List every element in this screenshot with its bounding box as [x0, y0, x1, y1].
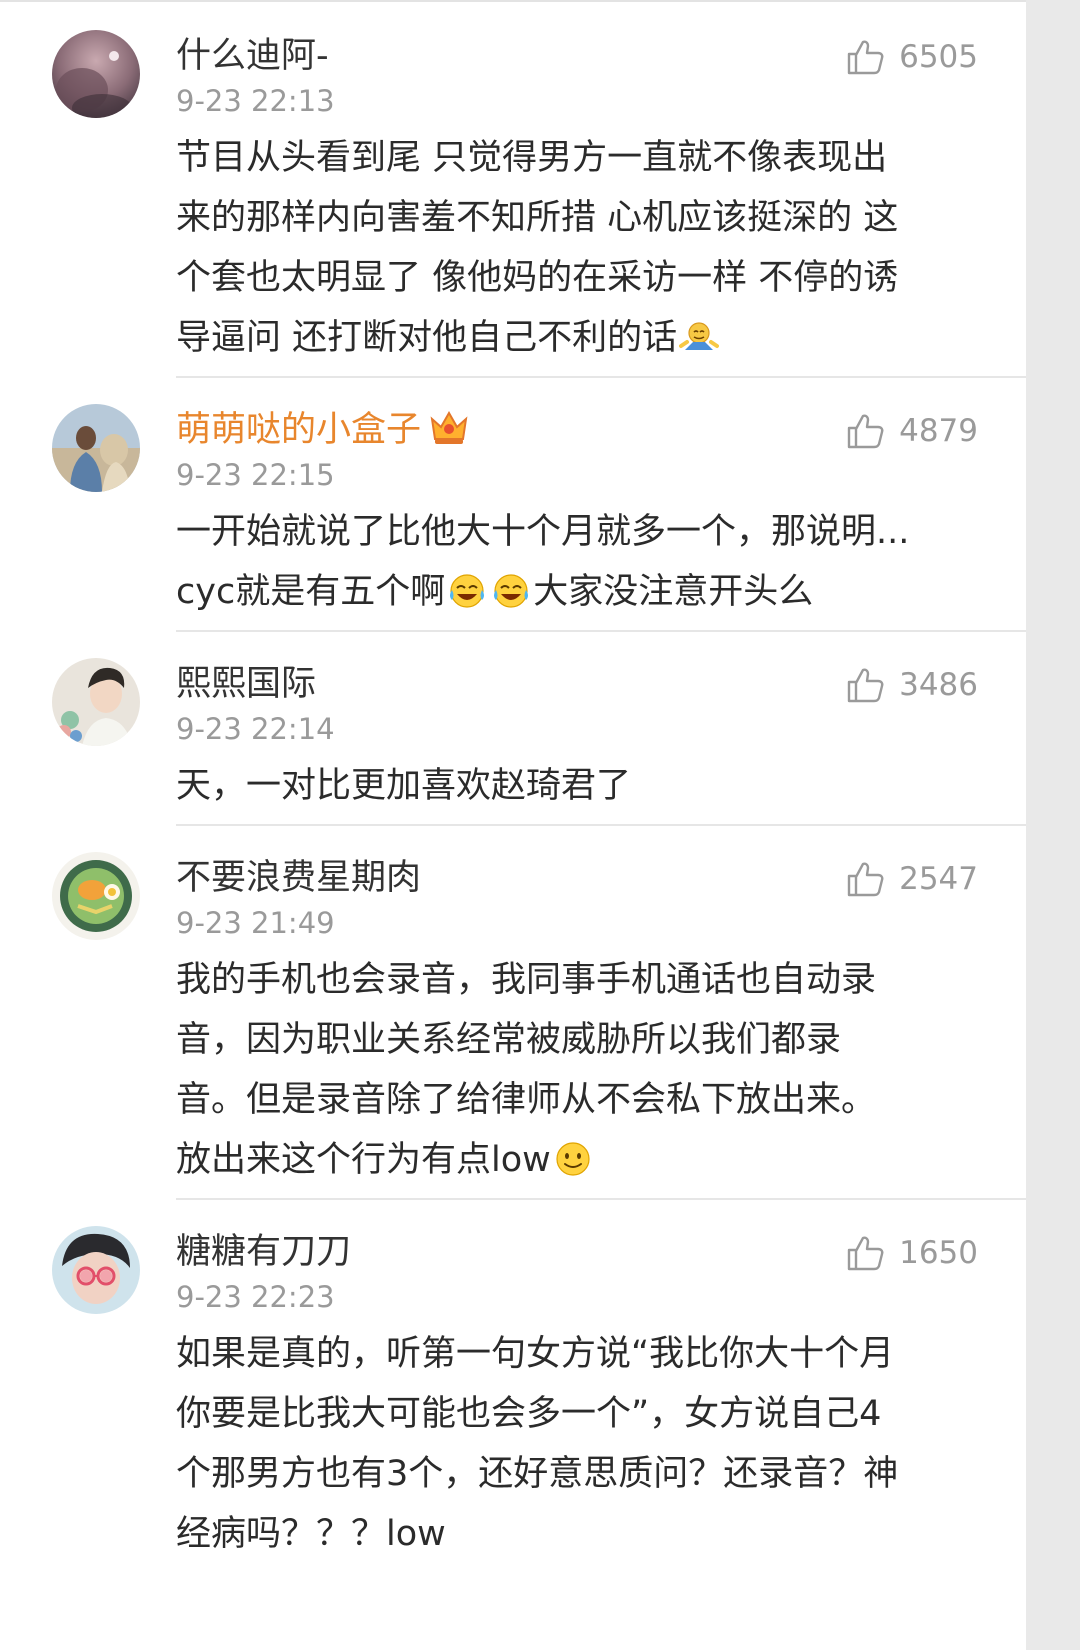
timestamp: 9-23 22:23 [176, 1280, 335, 1314]
thumbs-up-icon [847, 668, 884, 703]
comment-text: 一开始就说了比他大十个月就多一个，那说明... cyc就是有五个啊 大家没注意开… [176, 502, 976, 629]
timestamp: 9-23 22:14 [176, 712, 335, 746]
username[interactable]: 什么迪阿- [176, 32, 329, 80]
comment-line: 你要是比我大可能也会多一个”，女方说自己4 [176, 1394, 882, 1434]
like-count: 6505 [899, 39, 978, 75]
comment-line: 个那男方也有3个，还好意思质问？还录音？神 [176, 1454, 899, 1494]
thumbs-up-icon [847, 862, 884, 897]
like-count: 1650 [899, 1235, 978, 1271]
avatar[interactable] [52, 30, 140, 118]
username[interactable]: 不要浪费星期肉 [176, 854, 421, 902]
laugh-cry-emoji-icon [491, 569, 531, 629]
divider [176, 630, 1026, 632]
smile-emoji-icon [553, 1137, 593, 1197]
like-button[interactable]: 1650 [845, 1232, 978, 1274]
like-count: 4879 [899, 413, 978, 449]
comment-text: 我的手机也会录音，我同事手机通话也自动录 音，因为职业关系经常被威胁所以我们都录… [176, 950, 976, 1197]
like-count: 2547 [899, 861, 978, 897]
thumbs-up-icon [847, 40, 884, 75]
username[interactable]: 萌萌哒的小盒子 [176, 406, 469, 460]
thumbs-up-icon [847, 414, 884, 449]
comment-item: 萌萌哒的小盒子 9-23 22:15 4879 一开始就说了比他大十个月就多一个… [0, 380, 1026, 632]
like-button[interactable]: 2547 [845, 858, 978, 900]
comment-line: 音。但是录音除了给律师从不会私下放出来。 [176, 1080, 877, 1120]
comment-item: 熙熙国际 9-23 22:14 3486 天，一对比更加喜欢赵琦君了 [0, 634, 1026, 826]
comment-text: 天，一对比更加喜欢赵琦君了 [176, 756, 976, 816]
like-button[interactable]: 4879 [845, 410, 978, 452]
comment-line: 放出来这个行为有点low [176, 1130, 976, 1197]
comment-line: 节目从头看到尾 只觉得男方一直就不像表现出 [176, 138, 888, 178]
laugh-cry-emoji-icon [447, 569, 487, 629]
comment-line: 音，因为职业关系经常被威胁所以我们都录 [176, 1020, 842, 1060]
timestamp: 9-23 22:13 [176, 84, 335, 118]
username[interactable]: 熙熙国际 [176, 660, 316, 708]
like-button[interactable]: 3486 [845, 664, 978, 706]
comment-item: 什么迪阿- 9-23 22:13 6505 节目从头看到尾 只觉得男方一直就不像… [0, 6, 1026, 378]
comment-line: 如果是真的，听第一句女方说“我比你大十个月 [176, 1334, 895, 1374]
comment-item: 不要浪费星期肉 9-23 21:49 2547 我的手机也会录音，我同事手机通话… [0, 828, 1026, 1200]
comment-item: 糖糖有刀刀 9-23 22:23 1650 如果是真的，听第一句女方说“我比你大… [0, 1202, 1026, 1650]
comment-line: 天，一对比更加喜欢赵琦君了 [176, 766, 632, 806]
comment-line: cyc就是有五个啊 大家没注意开头么 [176, 562, 976, 629]
divider [176, 1198, 1026, 1200]
like-button[interactable]: 6505 [845, 36, 978, 78]
comment-line: 经病吗？？？low [176, 1514, 446, 1554]
shrug-emoji-icon [679, 315, 720, 375]
comment-line: 个套也太明显了 像他妈的在采访一样 不停的诱 [176, 258, 899, 298]
timestamp: 9-23 22:15 [176, 458, 335, 492]
comment-line: 导逼问 还打断对他自己不利的话 [176, 308, 976, 375]
comment-line: 一开始就说了比他大十个月就多一个，那说明... [176, 512, 910, 552]
divider [176, 824, 1026, 826]
avatar[interactable] [52, 658, 140, 746]
avatar[interactable] [52, 1226, 140, 1314]
comment-text: 如果是真的，听第一句女方说“我比你大十个月 你要是比我大可能也会多一个”，女方说… [176, 1324, 976, 1564]
comment-line: 来的那样内向害羞不知所措 心机应该挺深的 这 [176, 198, 899, 238]
username[interactable]: 糖糖有刀刀 [176, 1228, 351, 1276]
divider [176, 376, 1026, 378]
crown-badge-icon [429, 409, 469, 460]
timestamp: 9-23 21:49 [176, 906, 335, 940]
avatar[interactable] [52, 852, 140, 940]
avatar[interactable] [52, 404, 140, 492]
side-strip [1026, 0, 1080, 1650]
like-count: 3486 [899, 667, 978, 703]
top-divider [0, 0, 1026, 2]
comment-line: 我的手机也会录音，我同事手机通话也自动录 [176, 960, 877, 1000]
thumbs-up-icon [847, 1236, 884, 1271]
comment-text: 节目从头看到尾 只觉得男方一直就不像表现出 来的那样内向害羞不知所措 心机应该挺… [176, 128, 976, 375]
